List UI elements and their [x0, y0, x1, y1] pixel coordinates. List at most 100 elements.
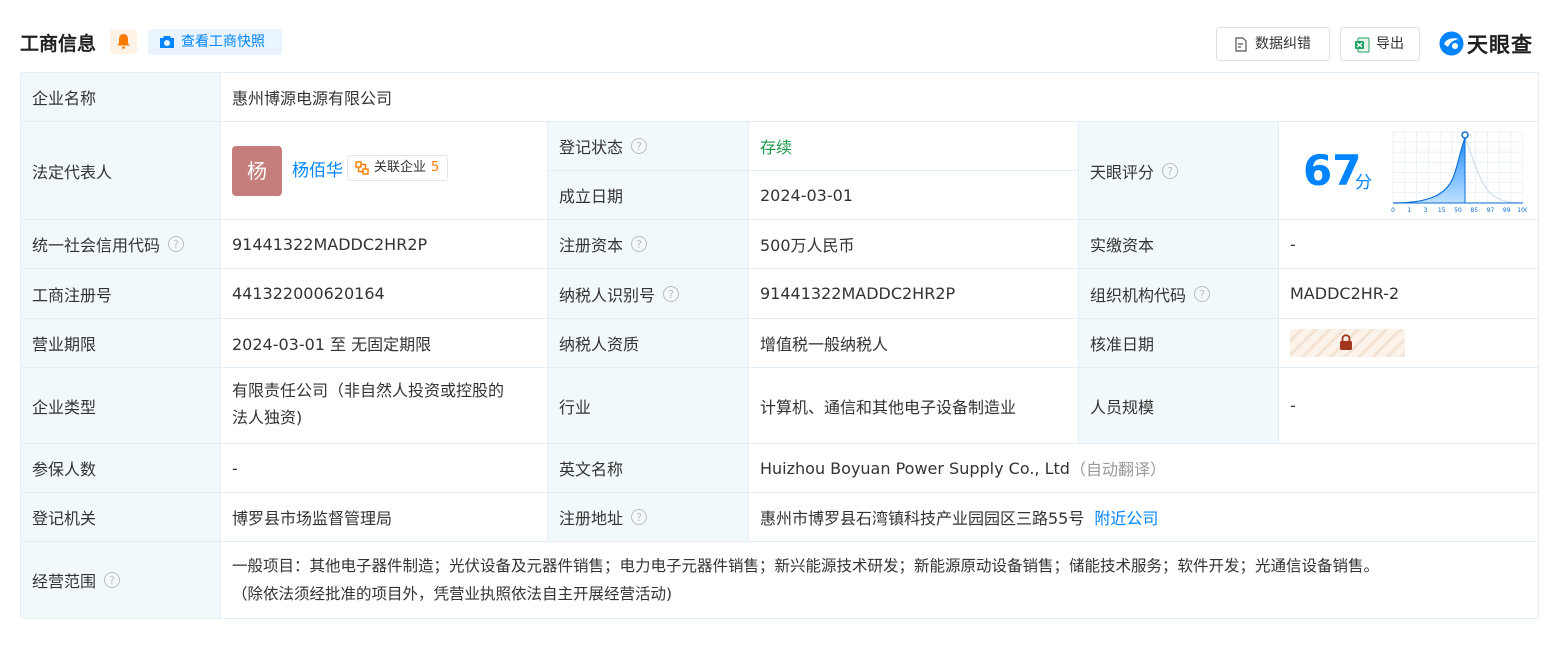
staff-size-value: - — [1290, 396, 1296, 415]
data-correction-button[interactable]: 数据纠错 — [1216, 27, 1330, 61]
authority-label: 登记机关 — [32, 509, 97, 528]
help-icon[interactable]: ? — [631, 236, 648, 252]
org-code-value: MADDC2HR-2 — [1290, 284, 1400, 303]
avatar[interactable]: 杨 — [232, 146, 282, 196]
approve-date-value-cell — [1279, 319, 1539, 368]
reg-status-label: 登记状态 — [559, 138, 624, 157]
credit-code-label-cell: 统一社会信用代码? — [21, 220, 221, 269]
auto-translate-note: （自动翻译） — [1069, 460, 1166, 479]
tax-qual-value-cell: 增值税一般纳税人 — [749, 319, 1079, 368]
score-tick-label: 85 — [1470, 207, 1478, 214]
reg-status-label-cell: 登记状态? — [548, 122, 749, 171]
score-curve-fill — [1393, 138, 1465, 203]
reg-no-value-cell: 441322000620164 — [221, 269, 548, 319]
score-tick-label: 97 — [1487, 207, 1495, 214]
term-value-cell: 2024-03-01 至 无固定期限 — [221, 319, 548, 368]
tax-qual-value: 增值税一般纳税人 — [760, 335, 889, 354]
credit-code-value: 91441322MADDC2HR2P — [232, 234, 428, 254]
authority-label-cell: 登记机关 — [21, 493, 221, 542]
address-label-cell: 注册地址? — [548, 493, 749, 542]
org-code-label-cell: 组织机构代码? — [1079, 269, 1279, 319]
credit-code-label: 统一社会信用代码 — [32, 236, 161, 255]
org-code-label: 组织机构代码 — [1090, 285, 1187, 305]
nearby-companies-link[interactable]: 附近公司 — [1094, 505, 1158, 529]
score-tick-label: 3 — [1424, 207, 1428, 214]
score-tick-label: 1 — [1407, 207, 1411, 214]
bell-button[interactable] — [110, 29, 137, 54]
taxpayer-id-label-cell: 纳税人识别号? — [548, 269, 749, 319]
founded-value-cell: 2024-03-01 — [749, 171, 1079, 220]
legal-rep-label: 法定代表人 — [32, 162, 113, 182]
section-title: 工商信息 — [20, 33, 97, 55]
help-icon[interactable]: ? — [631, 138, 648, 154]
industry-label: 行业 — [559, 397, 592, 417]
term-label: 营业期限 — [32, 335, 97, 354]
help-icon[interactable]: ? — [1194, 285, 1211, 302]
help-icon[interactable]: ? — [663, 285, 680, 302]
tax-qual-label: 纳税人资质 — [559, 335, 640, 354]
help-icon[interactable]: ? — [1162, 162, 1179, 179]
staff-size-label-cell: 人员规模 — [1079, 368, 1279, 444]
score-distribution-chart: 0 1 3 15 50 85 97 99 100 — [1391, 131, 1527, 214]
legal-rep-label-cell: 法定代表人 — [21, 122, 221, 220]
help-icon[interactable]: ? — [631, 509, 648, 525]
paid-capital-value: - — [1290, 234, 1296, 254]
english-name-value-cell: Huizhou Boyuan Power Supply Co., Ltd （自动翻… — [749, 444, 1539, 493]
export-button[interactable]: 导出 — [1340, 27, 1420, 61]
scope-value-line2: （除依法须经批准的项目外，凭营业执照依法自主开展经营活动) — [232, 585, 673, 603]
address-value-cell: 惠州市博罗县石湾镇科技产业园园区三路55号 附近公司 — [749, 493, 1539, 542]
founded-value: 2024-03-01 — [760, 185, 853, 205]
locked-value[interactable] — [1290, 329, 1405, 357]
scope-label: 经营范围 — [32, 572, 97, 591]
data-correction-label: 数据纠错 — [1255, 36, 1311, 52]
legal-rep-name-link[interactable]: 杨佰华 — [292, 156, 343, 181]
score-tick-label: 50 — [1454, 207, 1462, 214]
related-companies-count: 5 — [431, 160, 440, 175]
industry-value-cell: 计算机、通信和其他电子设备制造业 — [749, 368, 1079, 444]
score-curve-tail — [1464, 137, 1524, 204]
insured-value: - — [232, 458, 238, 478]
network-icon — [355, 161, 369, 175]
scope-value-cell: 一般项目：其他电子器件制造；光伏设备及元器件销售；电力电子元器件销售；新兴能源技… — [221, 542, 1539, 619]
related-companies-tag[interactable]: 关联企业 5 — [347, 155, 449, 181]
reg-capital-value: 500万人民币 — [760, 236, 855, 255]
business-info-table: 企业名称 惠州博源电源有限公司 法定代表人 杨 杨佰华 关联企业 5 登记状态? … — [20, 72, 1539, 619]
taxpayer-id-label: 纳税人识别号 — [559, 285, 656, 305]
company-name-value-cell: 惠州博源电源有限公司 — [221, 73, 1539, 122]
logo-icon — [1439, 31, 1464, 56]
help-icon[interactable]: ? — [104, 572, 121, 588]
taxpayer-id-value: 91441322MADDC2HR2P — [760, 284, 956, 303]
authority-value: 博罗县市场监督管理局 — [232, 509, 393, 528]
authority-value-cell: 博罗县市场监督管理局 — [221, 493, 548, 542]
view-snapshot-button[interactable]: 查看工商快照 — [148, 29, 282, 55]
logo-text: 天眼查 — [1467, 33, 1533, 57]
credit-code-value-cell: 91441322MADDC2HR2P — [221, 220, 548, 269]
score-tick-labels: 0 1 3 15 50 85 97 99 100 — [1391, 207, 1527, 214]
excel-icon — [1355, 37, 1370, 53]
term-label-cell: 营业期限 — [21, 319, 221, 368]
english-name-label-cell: 英文名称 — [548, 444, 749, 493]
founded-label-cell: 成立日期 — [548, 171, 749, 220]
help-icon[interactable]: ? — [168, 236, 185, 252]
company-name-value: 惠州博源电源有限公司 — [232, 89, 393, 108]
reg-capital-label: 注册资本 — [559, 236, 624, 255]
company-type-label-cell: 企业类型 — [21, 368, 221, 444]
lock-icon — [1340, 334, 1352, 350]
staff-size-label: 人员规模 — [1090, 397, 1155, 417]
address-value: 惠州市博罗县石湾镇科技产业园园区三路55号 — [760, 509, 1085, 528]
company-type-value-line2: 法人独资) — [232, 408, 303, 427]
insured-label-cell: 参保人数 — [21, 444, 221, 493]
english-name-value: Huizhou Boyuan Power Supply Co., Ltd — [760, 458, 1070, 478]
score-tick-label: 100 — [1517, 207, 1527, 214]
approve-date-label: 核准日期 — [1090, 335, 1155, 354]
score-value-cell[interactable]: 67 分 0 1 3 15 50 85 97 99 100 — [1279, 122, 1539, 220]
english-name-label: 英文名称 — [559, 460, 624, 479]
company-type-value-cell: 有限责任公司（非自然人投资或控股的 法人独资) — [221, 368, 548, 444]
bell-icon — [117, 34, 130, 49]
score-label: 天眼评分 — [1090, 162, 1155, 182]
document-edit-icon — [1235, 37, 1247, 52]
score-tick-label: 99 — [1503, 207, 1511, 214]
score-tick-label: 15 — [1438, 207, 1446, 214]
section-header: 工商信息 查看工商快照 数据纠错 导出 天眼查 — [0, 0, 1564, 72]
staff-size-value-cell: - — [1279, 368, 1539, 444]
